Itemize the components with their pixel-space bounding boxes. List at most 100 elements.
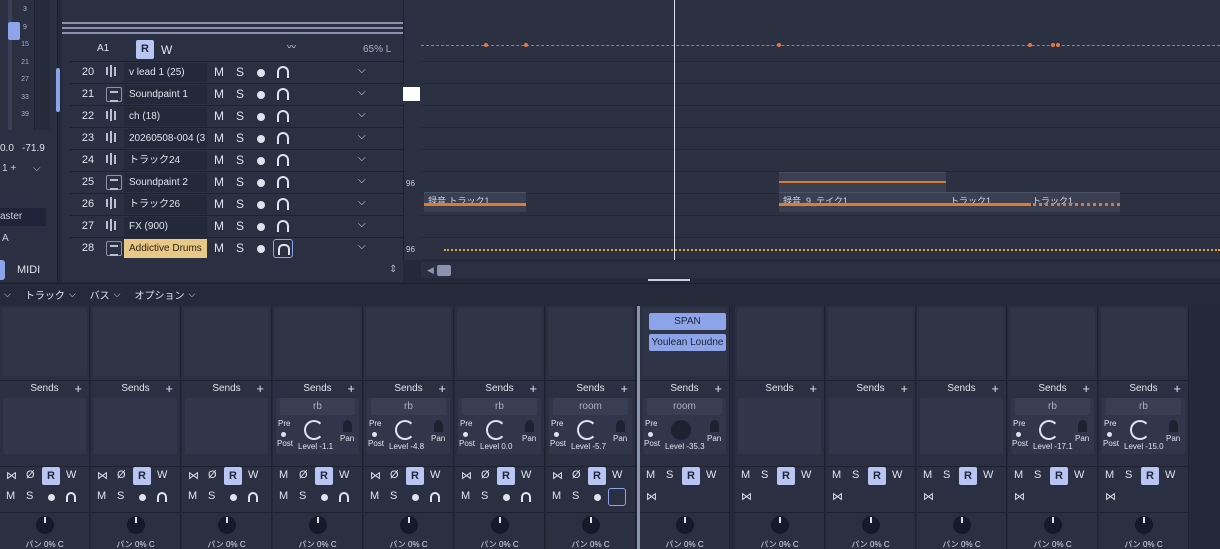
- send-slot[interactable]: rb Pre Post Level -4.8 Pan: [367, 398, 450, 454]
- record-arm-button[interactable]: [594, 494, 601, 501]
- phase-invert-button[interactable]: Ø: [390, 469, 399, 481]
- track-name[interactable]: 20260508-004 (3: [124, 129, 207, 148]
- write-button[interactable]: W: [1074, 469, 1084, 481]
- send-slot[interactable]: room Pre Post Level -35.3 Pan: [643, 398, 726, 454]
- tab-midi[interactable]: MIDI: [17, 260, 40, 280]
- send-slot[interactable]: [185, 398, 268, 454]
- plugin-slot[interactable]: Youlean Loudne: [649, 334, 726, 351]
- send-destination[interactable]: rb: [462, 398, 537, 415]
- mute-button[interactable]: M: [214, 241, 224, 255]
- send-slot[interactable]: rb Pre Post Level -15.0 Pan: [1102, 398, 1185, 454]
- pre-post-switch[interactable]: [281, 432, 286, 437]
- audio-clip[interactable]: 録音_9_テイク1: [779, 192, 946, 212]
- add-send-button[interactable]: +: [714, 381, 722, 396]
- automation-point[interactable]: [524, 43, 528, 47]
- insert-slots[interactable]: [275, 308, 360, 376]
- solo-button[interactable]: S: [26, 490, 33, 502]
- insert-slots[interactable]: [1010, 308, 1095, 376]
- phase-invert-button[interactable]: Ø: [572, 469, 581, 481]
- send-pan-knob[interactable]: [1078, 420, 1087, 432]
- solo-button[interactable]: S: [236, 175, 244, 189]
- track-row[interactable]: 25 Soundpaint 2 M S ⌵: [70, 171, 403, 193]
- automation-point[interactable]: [777, 43, 781, 47]
- send-slot[interactable]: [829, 398, 912, 454]
- track-row[interactable]: 23 20260508-004 (3 M S ⌵: [70, 127, 403, 149]
- automation-point[interactable]: [1028, 43, 1032, 47]
- pre-toggle[interactable]: Pre: [460, 419, 472, 428]
- send-pan-knob[interactable]: [434, 420, 443, 432]
- track-name[interactable]: トラック24: [124, 151, 207, 170]
- headphones-icon[interactable]: [277, 132, 289, 144]
- mute-button[interactable]: M: [461, 490, 470, 502]
- add-send-button[interactable]: +: [529, 381, 537, 396]
- automation-line[interactable]: [421, 45, 1220, 46]
- post-toggle[interactable]: Post: [368, 439, 384, 448]
- add-send-button[interactable]: +: [165, 381, 173, 396]
- link-button[interactable]: ⋈: [461, 469, 472, 482]
- send-slot[interactable]: rb Pre Post Level -17.1 Pan: [1011, 398, 1094, 454]
- send-pan-knob[interactable]: [343, 420, 352, 432]
- pan-knob[interactable]: [218, 516, 236, 534]
- read-button[interactable]: R: [868, 467, 886, 485]
- menu-bus[interactable]: バス: [90, 287, 110, 302]
- track-row[interactable]: 20 v lead 1 (25) M S ⌵: [70, 61, 403, 83]
- write-automation-button[interactable]: W: [161, 43, 172, 57]
- menu-track[interactable]: トラック: [25, 287, 65, 302]
- mute-button[interactable]: M: [214, 197, 224, 211]
- headphones-icon[interactable]: [339, 492, 349, 502]
- solo-button[interactable]: S: [236, 197, 244, 211]
- send-slot[interactable]: [3, 398, 86, 454]
- read-button[interactable]: R: [224, 467, 242, 485]
- pre-toggle[interactable]: Pre: [369, 419, 381, 428]
- pre-toggle[interactable]: Pre: [1104, 419, 1116, 428]
- mute-button[interactable]: M: [214, 87, 224, 101]
- link-button[interactable]: ⋈: [552, 469, 563, 482]
- scroll-left-icon[interactable]: ◀: [427, 265, 434, 276]
- pan-knob[interactable]: [1044, 516, 1062, 534]
- track-row[interactable]: 22 ch (18) M S ⌵: [70, 105, 403, 127]
- chevron-down-icon[interactable]: ⌵: [188, 289, 195, 300]
- record-arm-button[interactable]: [257, 201, 265, 209]
- send-destination[interactable]: rb: [280, 398, 355, 415]
- track-row[interactable]: 26 トラック26 M S ⌵: [70, 193, 403, 215]
- monitor-icon[interactable]: [608, 488, 626, 506]
- headphones-icon[interactable]: [430, 492, 440, 502]
- insert-slots[interactable]: [737, 308, 822, 376]
- link-button[interactable]: ⋈: [646, 490, 657, 503]
- record-arm-button[interactable]: [257, 157, 265, 165]
- mute-button[interactable]: M: [214, 131, 224, 145]
- automation-point[interactable]: [484, 43, 488, 47]
- link-button[interactable]: ⋈: [188, 469, 199, 482]
- record-arm-button[interactable]: [503, 494, 510, 501]
- pan-knob[interactable]: [676, 516, 694, 534]
- link-button[interactable]: ⋈: [1014, 490, 1025, 503]
- send-pan-knob[interactable]: [1169, 420, 1178, 432]
- link-button[interactable]: ⋈: [370, 469, 381, 482]
- read-button[interactable]: R: [959, 467, 977, 485]
- insert-slots[interactable]: [457, 308, 542, 376]
- write-button[interactable]: W: [1165, 469, 1175, 481]
- pre-post-switch[interactable]: [1016, 432, 1021, 437]
- record-arm-button[interactable]: [257, 245, 265, 253]
- pre-toggle[interactable]: Pre: [1013, 419, 1025, 428]
- insert-slots[interactable]: [93, 308, 178, 376]
- pre-post-switch[interactable]: [648, 432, 653, 437]
- headphones-icon[interactable]: [66, 492, 76, 502]
- record-arm-button[interactable]: [412, 494, 419, 501]
- link-button[interactable]: ⋈: [1105, 490, 1116, 503]
- mute-button[interactable]: M: [646, 469, 655, 481]
- solo-button[interactable]: S: [236, 87, 244, 101]
- read-button[interactable]: R: [1050, 467, 1068, 485]
- insert-slots[interactable]: [366, 308, 451, 376]
- audio-clip[interactable]: 録音 トラック1: [424, 192, 526, 212]
- chevron-down-icon[interactable]: ⌵: [358, 219, 366, 230]
- read-button[interactable]: R: [42, 467, 60, 485]
- track-name[interactable]: ch (18): [124, 107, 207, 126]
- menu-options[interactable]: オプション: [134, 287, 184, 302]
- chevron-down-icon[interactable]: ⌵: [358, 131, 366, 142]
- automation-point[interactable]: [1051, 43, 1055, 47]
- track-name[interactable]: Addictive Drums: [124, 239, 207, 258]
- solo-button[interactable]: S: [236, 219, 244, 233]
- send-slot[interactable]: [920, 398, 1003, 454]
- solo-button[interactable]: S: [1034, 469, 1041, 481]
